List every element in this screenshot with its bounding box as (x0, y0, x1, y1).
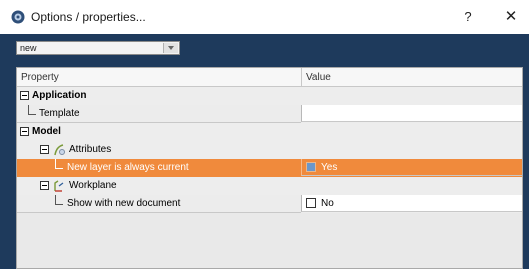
close-button[interactable]: ✕ (501, 6, 521, 28)
app-icon (11, 10, 25, 24)
show-with-new-document-value: No (321, 198, 334, 209)
collapse-icon[interactable] (20, 127, 29, 136)
column-header-property[interactable]: Property (21, 72, 59, 83)
dropdown-button[interactable] (163, 43, 178, 53)
property-label-template: Template (39, 108, 80, 119)
tree-connector (55, 159, 63, 169)
property-label-new-layer: New layer is always current (67, 162, 189, 173)
dialog-content: new Property Value Application Template … (0, 34, 529, 269)
collapse-icon[interactable] (20, 91, 29, 100)
property-row-show-with-new-document[interactable]: Show with new document No (17, 195, 522, 213)
window-title: Options / properties... (31, 10, 146, 24)
grid-empty-area (17, 214, 522, 268)
column-header-value[interactable]: Value (306, 72, 331, 83)
title-bar: Options / properties... ? ✕ (0, 0, 529, 34)
category-label-workplane: Workplane (69, 180, 117, 191)
property-grid: Property Value Application Template Mode… (16, 67, 523, 269)
profile-dropdown-value: new (20, 43, 37, 53)
help-button[interactable]: ? (458, 6, 478, 28)
checkbox-icon[interactable] (306, 198, 316, 208)
workplane-icon (54, 180, 64, 192)
collapse-icon[interactable] (40, 181, 49, 190)
category-label-application: Application (32, 90, 87, 101)
category-row-attributes[interactable]: Attributes (17, 141, 522, 159)
new-layer-value-field[interactable]: Yes (301, 159, 522, 176)
show-with-new-document-value-field[interactable]: No (301, 195, 522, 212)
options-dialog: Options / properties... ? ✕ new Property… (0, 0, 529, 269)
property-row-template[interactable]: Template (17, 105, 522, 123)
category-row-model[interactable]: Model (17, 123, 522, 141)
attributes-icon (54, 144, 65, 156)
category-label-attributes: Attributes (69, 144, 112, 155)
profile-dropdown[interactable]: new (16, 41, 180, 55)
checkbox-icon[interactable] (306, 162, 316, 172)
collapse-icon[interactable] (40, 145, 49, 154)
new-layer-value: Yes (321, 162, 338, 173)
property-row-new-layer-current[interactable]: New layer is always current Yes (17, 159, 522, 177)
category-label-model: Model (32, 126, 61, 137)
property-label-show-with-new-document: Show with new document (67, 198, 181, 209)
column-divider[interactable] (301, 68, 302, 86)
tree-connector (28, 105, 36, 115)
grid-header: Property Value (17, 68, 522, 87)
tree-connector (55, 195, 63, 205)
category-row-application[interactable]: Application (17, 87, 522, 105)
chevron-down-icon (168, 46, 174, 50)
template-value-field[interactable] (301, 105, 522, 122)
row-divider (17, 212, 301, 213)
category-row-workplane[interactable]: Workplane (17, 177, 522, 195)
